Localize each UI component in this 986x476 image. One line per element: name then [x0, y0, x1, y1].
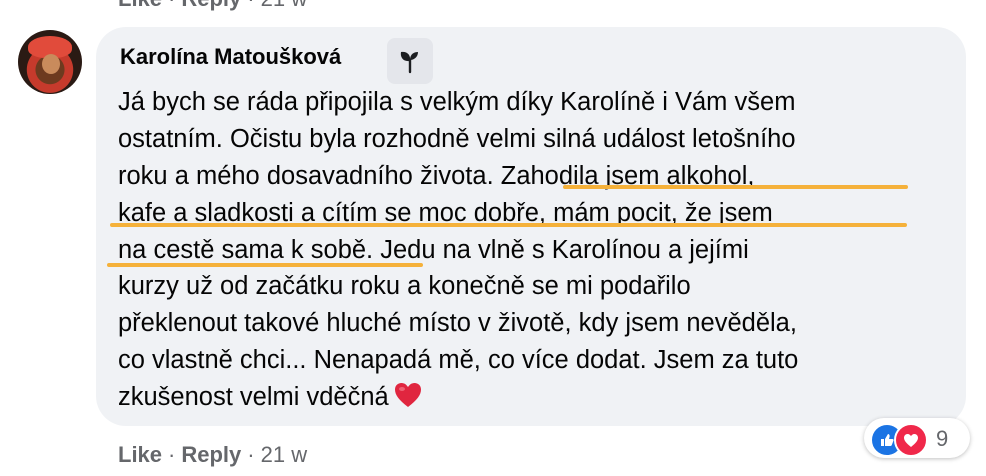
comment-author[interactable]: Karolína Matoušková	[120, 44, 341, 70]
previous-reply-button[interactable]: Reply	[181, 0, 241, 11]
plant-sprout-icon[interactable]	[387, 38, 433, 84]
previous-timestamp[interactable]: 21 w	[261, 0, 307, 11]
comment-line: zkušenost velmi vděčná	[118, 383, 389, 412]
reaction-count: 9	[936, 426, 949, 451]
comment-line: překlenout takové hluché místo v životě,…	[118, 309, 797, 338]
love-reaction-icon	[894, 423, 928, 457]
separator: ·	[168, 0, 175, 11]
highlight-underline	[110, 223, 907, 227]
previous-comment-actions: Like · Reply · 21 w	[118, 0, 307, 12]
red-heart-icon	[393, 381, 423, 420]
comment-text: Já bych se ráda připojila s velkým díky …	[118, 84, 958, 416]
comment-actions: Like · Reply · 21 w	[118, 442, 307, 468]
highlight-underline	[563, 185, 908, 189]
avatar-face	[42, 54, 60, 74]
comment-line: Já bych se ráda připojila s velkým díky …	[118, 88, 796, 116]
separator: ·	[247, 442, 255, 467]
like-button[interactable]: Like	[118, 442, 162, 467]
comment-line: ostatním. Očistu byla rozhodně velmi sil…	[118, 124, 796, 153]
reactions-summary[interactable]: 9	[864, 418, 970, 458]
reply-button[interactable]: Reply	[181, 442, 241, 467]
separator: ·	[168, 442, 176, 467]
avatar[interactable]	[18, 30, 82, 94]
comment-line: co vlastně chci... Nenapadá mě, co více …	[118, 346, 799, 375]
comment-line: roku a mého dosavadního života. Zahodila…	[118, 161, 755, 190]
comment-last-line: zkušenost velmi vděčná	[118, 379, 958, 416]
previous-like-button[interactable]: Like	[118, 0, 162, 11]
comment-line: kurzy už od začátku roku a konečně se mi…	[118, 272, 691, 301]
highlight-underline	[107, 263, 423, 267]
timestamp[interactable]: 21 w	[261, 442, 307, 467]
separator: ·	[247, 0, 254, 11]
